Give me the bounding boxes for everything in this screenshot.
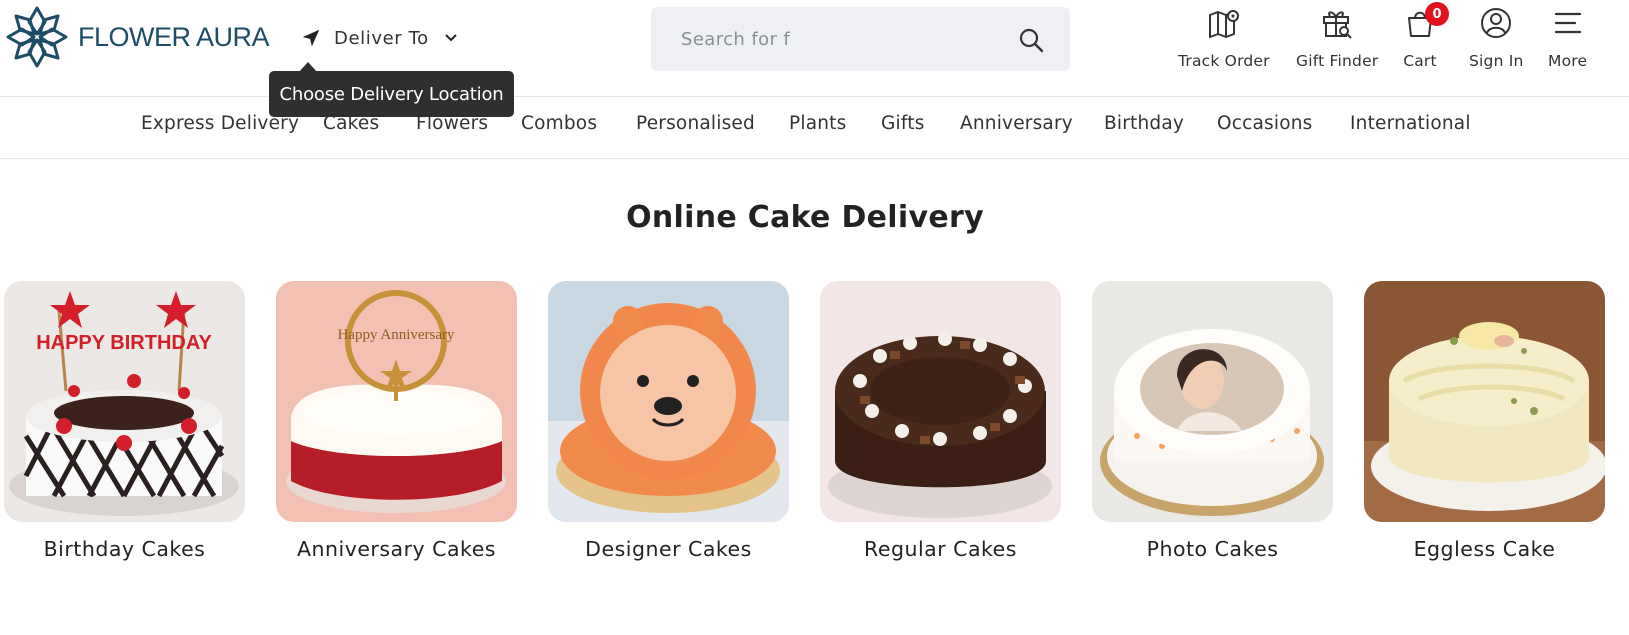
cart-count-badge: 0 xyxy=(1425,2,1449,26)
cart-button[interactable]: 0 Cart xyxy=(1403,2,1449,70)
nav-item-gifts[interactable]: Gifts xyxy=(881,113,925,134)
menu-icon xyxy=(1554,12,1581,34)
deliver-to-selector[interactable]: Deliver To xyxy=(300,22,459,54)
more-label: More xyxy=(1548,52,1588,70)
user-circle-icon xyxy=(1481,8,1512,38)
eggless-cake-image xyxy=(1364,281,1605,522)
category-nav: Express Delivery Cakes Flowers Combos Pe… xyxy=(0,97,1629,159)
logo-text: FLOWER AURA xyxy=(78,21,270,52)
brand-logo[interactable]: FLOWER AURA xyxy=(4,5,270,69)
more-menu-button[interactable]: More xyxy=(1548,6,1587,70)
photo-cake-image xyxy=(1092,281,1333,522)
nav-item-plants[interactable]: Plants xyxy=(789,113,846,134)
search-icon[interactable] xyxy=(1018,27,1044,53)
nav-item-anniversary[interactable]: Anniversary xyxy=(960,113,1073,134)
category-label: Designer Cakes xyxy=(585,537,752,561)
category-card-photo-cakes[interactable]: Photo Cakes xyxy=(1092,281,1333,561)
chevron-down-icon xyxy=(445,34,457,42)
nav-item-personalised[interactable]: Personalised xyxy=(636,113,755,134)
birthday-cake-image: HAPPY BIRTHDAY xyxy=(4,281,245,522)
track-order-button[interactable]: Track Order xyxy=(1178,6,1270,70)
delivery-location-tooltip: Choose Delivery Location xyxy=(269,62,514,117)
category-label: Regular Cakes xyxy=(864,537,1017,561)
gift-search-icon xyxy=(1323,11,1352,39)
category-card-designer-cakes[interactable]: Designer Cakes xyxy=(548,281,789,561)
gift-finder-button[interactable]: Gift Finder xyxy=(1296,6,1378,70)
search-bar xyxy=(651,7,1070,71)
search-input[interactable] xyxy=(681,28,981,50)
category-card-regular-cakes[interactable]: Regular Cakes xyxy=(820,281,1061,561)
category-label: Birthday Cakes xyxy=(43,537,206,561)
category-card-birthday-cakes[interactable]: HAPPY BIRTHDAY Birthday Cakes xyxy=(4,281,245,561)
nav-item-birthday[interactable]: Birthday xyxy=(1104,113,1184,134)
track-order-label: Track Order xyxy=(1178,52,1270,70)
nav-item-international[interactable]: International xyxy=(1350,113,1471,134)
location-arrow-icon xyxy=(302,29,320,47)
cart-label: Cart xyxy=(1403,52,1437,70)
category-card-eggless-cake[interactable]: Eggless Cake xyxy=(1364,281,1605,561)
regular-cake-image xyxy=(820,281,1061,522)
deliver-to-label: Deliver To xyxy=(334,27,429,49)
category-label: Photo Cakes xyxy=(1146,537,1279,561)
category-label: Eggless Cake xyxy=(1413,537,1556,561)
category-card-anniversary-cakes[interactable]: Happy Anniversary Anniversary Cakes xyxy=(276,281,517,561)
anniversary-cake-image: Happy Anniversary xyxy=(276,281,517,522)
category-label: Anniversary Cakes xyxy=(296,537,496,561)
site-header: FLOWER AURA Deliver To Track Order xyxy=(0,0,1629,97)
sign-in-label: Sign In xyxy=(1469,52,1524,70)
gift-finder-label: Gift Finder xyxy=(1296,52,1379,70)
birthday-topper-text: HAPPY BIRTHDAY xyxy=(36,332,212,354)
designer-cake-image xyxy=(548,281,789,522)
nav-item-combos[interactable]: Combos xyxy=(521,113,597,134)
anniversary-topper-text: Happy Anniversary xyxy=(337,327,455,343)
map-pin-icon xyxy=(1208,10,1239,38)
sign-in-button[interactable]: Sign In xyxy=(1469,6,1524,70)
nav-item-occasions[interactable]: Occasions xyxy=(1217,113,1313,134)
page-title: Online Cake Delivery xyxy=(626,200,984,235)
flower-logo-icon xyxy=(6,6,68,68)
